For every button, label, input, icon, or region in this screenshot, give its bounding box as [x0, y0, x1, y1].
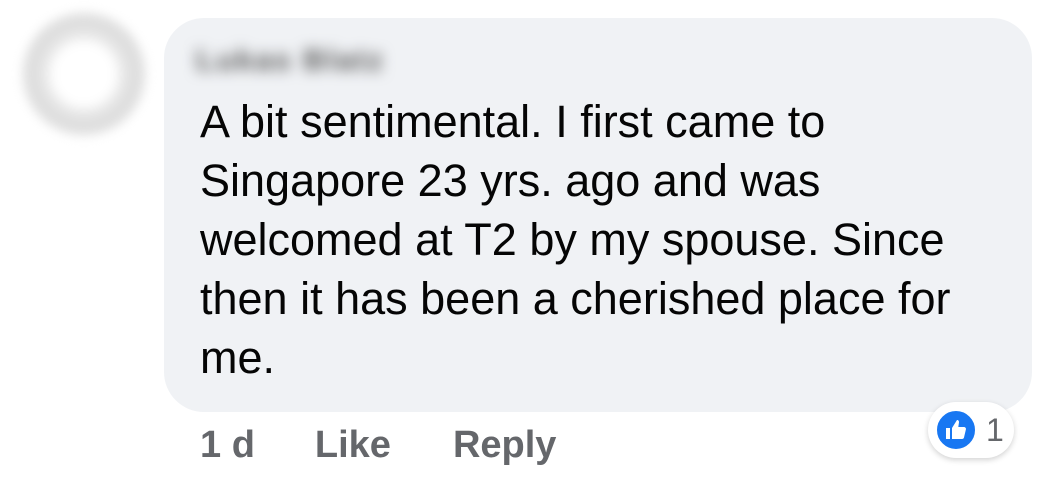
author-name[interactable]: Lukas Blatz: [196, 44, 385, 84]
comment-actions: 1 d Like Reply: [200, 420, 556, 470]
comment-timestamp[interactable]: 1 d: [200, 424, 255, 467]
avatar[interactable]: [22, 12, 146, 136]
reaction-count: 1: [986, 411, 1004, 448]
like-button[interactable]: Like: [315, 424, 391, 467]
like-icon: [934, 408, 978, 452]
reply-button[interactable]: Reply: [453, 424, 556, 467]
comment-text: A bit sentimental. I first came to Singa…: [200, 96, 951, 383]
reaction-summary[interactable]: 1: [928, 402, 1014, 458]
